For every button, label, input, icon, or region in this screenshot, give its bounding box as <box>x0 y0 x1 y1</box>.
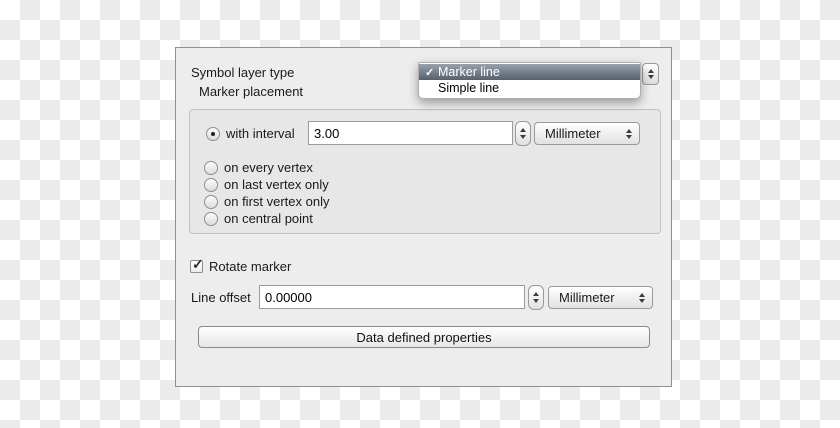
interval-unit-combobox[interactable]: Millimeter <box>534 122 640 145</box>
radio-row-first-vertex: on first vertex only <box>204 194 330 209</box>
combobox-arrows-icon <box>626 128 632 139</box>
line-offset-label: Line offset <box>191 290 251 305</box>
data-defined-properties-button[interactable]: Data defined properties <box>198 326 650 348</box>
symbol-layer-type-combobox-stepper[interactable] <box>642 63 659 85</box>
symbol-properties-panel: Symbol layer type Marker placement ✓ Mar… <box>175 47 672 387</box>
spinner-down-icon <box>533 299 539 303</box>
radio-on-every-vertex[interactable] <box>204 160 218 175</box>
with-interval-label: with interval <box>226 126 295 141</box>
combobox-arrows-icon <box>639 292 645 303</box>
line-offset-spinner[interactable] <box>528 285 544 310</box>
marker-placement-label: Marker placement <box>199 84 304 99</box>
stepper-up-icon <box>647 69 654 73</box>
radio-label: on every vertex <box>224 160 313 175</box>
spinner-down-icon <box>520 135 526 139</box>
menu-item-marker-line[interactable]: ✓ Marker line <box>419 64 640 80</box>
radio-row-with-interval: with interval <box>206 126 295 141</box>
radio-with-interval[interactable] <box>206 126 220 141</box>
radio-label: on first vertex only <box>224 194 330 209</box>
interval-unit-value: Millimeter <box>545 126 601 141</box>
menu-item-label: Marker line <box>438 65 500 79</box>
symbol-layer-type-menu: ✓ Marker line Simple line <box>418 62 641 99</box>
line-offset-unit-value: Millimeter <box>559 290 615 305</box>
radio-row-central-point: on central point <box>204 211 313 226</box>
rotate-marker-row: ✓ Rotate marker <box>190 256 292 274</box>
rotate-marker-checkbox[interactable]: ✓ <box>190 256 204 273</box>
checkmark-icon: ✓ <box>425 66 435 79</box>
radio-on-central-point[interactable] <box>204 211 218 226</box>
transparent-canvas: { "glyphs": { "check": "✓" }, "colors": … <box>0 0 840 428</box>
interval-value-input[interactable] <box>308 121 513 145</box>
radio-on-first-vertex-only[interactable] <box>204 194 218 209</box>
radio-label: on central point <box>224 211 313 226</box>
spinner-up-icon <box>520 128 526 132</box>
stepper-down-icon <box>647 75 654 79</box>
symbol-layer-type-label: Symbol layer type <box>191 65 295 80</box>
interval-spinner[interactable] <box>515 121 531 146</box>
radio-on-last-vertex-only[interactable] <box>204 177 218 192</box>
radio-label: on last vertex only <box>224 177 329 192</box>
radio-row-last-vertex: on last vertex only <box>204 177 329 192</box>
checkmark-icon: ✓ <box>192 256 204 272</box>
rotate-marker-label: Rotate marker <box>209 259 292 274</box>
menu-item-simple-line[interactable]: Simple line <box>419 80 640 96</box>
line-offset-unit-combobox[interactable]: Millimeter <box>548 286 653 309</box>
menu-item-label: Simple line <box>438 81 500 95</box>
spinner-up-icon <box>533 292 539 296</box>
line-offset-input[interactable] <box>259 285 525 309</box>
radio-row-every-vertex: on every vertex <box>204 160 313 175</box>
